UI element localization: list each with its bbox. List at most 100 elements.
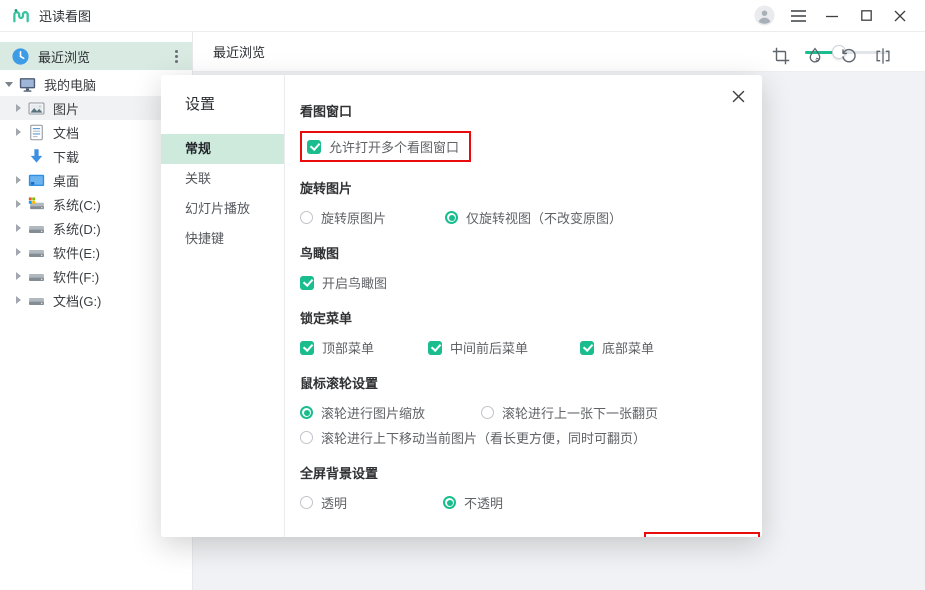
option-label: 允许打开多个看图窗口 [329, 137, 459, 156]
chevron-right-icon[interactable] [12, 248, 24, 256]
picture-icon [28, 100, 45, 117]
sidebar-item-label: 桌面 [53, 171, 79, 190]
close-icon[interactable] [883, 3, 917, 29]
option-wheel-scroll[interactable]: 滚轮进行上下移动当前图片（看长更方便，同时可翻页） [300, 428, 646, 447]
option-label: 底部菜单 [602, 338, 654, 357]
option-transparent[interactable]: 透明 [300, 493, 443, 512]
sidebar-item-label: 系统(D:) [53, 219, 101, 238]
chevron-right-icon[interactable] [12, 224, 24, 232]
maximize-icon[interactable] [849, 3, 883, 29]
tab-association[interactable]: 关联 [161, 164, 284, 194]
settings-dialog: 设置 常规关联幻灯片播放快捷键 看图窗口 允许打开多个看图窗口 旋转图片 旋转原… [161, 75, 762, 537]
option-bottom-menu[interactable]: 底部菜单 [580, 338, 654, 357]
chevron-right-icon[interactable] [12, 200, 24, 208]
app-title: 迅读看图 [39, 6, 91, 25]
image-toolbar [772, 47, 892, 65]
sidebar-item-label: 图片 [53, 99, 79, 118]
top-menu-checkbox[interactable] [300, 341, 314, 355]
tab-general[interactable]: 常规 [161, 134, 284, 164]
sidebar-item-label: 软件(F:) [53, 267, 99, 286]
section-title-lock-menu: 锁定菜单 [300, 308, 742, 327]
option-label: 透明 [321, 493, 347, 512]
option-label: 旋转原图片 [321, 208, 386, 227]
chevron-right-icon[interactable] [12, 104, 24, 112]
option-label: 仅旋转视图（不改变原图） [466, 208, 622, 227]
tab-shortcuts[interactable]: 快捷键 [161, 224, 284, 254]
sidebar-item-label: 最近浏览 [38, 47, 171, 66]
option-label: 滚轮进行上下移动当前图片（看长更方便，同时可翻页） [321, 428, 646, 447]
chevron-right-icon[interactable] [12, 296, 24, 304]
drive-windows-icon [28, 196, 45, 213]
option-label: 顶部菜单 [322, 338, 374, 357]
wheel-page-turn-radio[interactable] [481, 406, 494, 419]
crop-icon[interactable] [772, 47, 790, 65]
dialog-content: 看图窗口 允许打开多个看图窗口 旋转图片 旋转原图片 仅旋转视图（不改变原图） … [285, 75, 762, 537]
tab-slideshow[interactable]: 幻灯片播放 [161, 194, 284, 224]
option-wheel-zoom[interactable]: 滚轮进行图片缩放 [300, 403, 481, 422]
option-label: 开启鸟瞰图 [322, 273, 387, 292]
bottom-menu-checkbox[interactable] [580, 341, 594, 355]
sidebar-item-label: 文档 [53, 123, 79, 142]
section-title-birdseye: 鸟瞰图 [300, 243, 742, 262]
minimize-icon[interactable] [815, 3, 849, 29]
sidebar-item-label: 系统(C:) [53, 195, 101, 214]
section-title-view-window: 看图窗口 [300, 101, 742, 120]
sidebar-item-recent[interactable]: 最近浏览 [0, 42, 192, 70]
option-rotate-original[interactable]: 旋转原图片 [300, 208, 445, 227]
drive-icon [28, 244, 45, 261]
rotate-left-icon[interactable] [840, 47, 858, 65]
option-rotate-view-only[interactable]: 仅旋转视图（不改变原图） [445, 208, 622, 227]
option-wheel-page-turn[interactable]: 滚轮进行上一张下一张翻页 [481, 403, 658, 422]
option-opaque[interactable]: 不透明 [443, 493, 503, 512]
titlebar: 迅读看图 [0, 0, 925, 32]
sidebar-item-label: 我的电脑 [44, 75, 96, 94]
option-enable-birdseye[interactable]: 开启鸟瞰图 [300, 273, 742, 292]
allow-multi-window-checkbox[interactable] [307, 140, 321, 154]
rotate-options-row: 旋转原图片 仅旋转视图（不改变原图） [300, 208, 742, 227]
option-top-menu[interactable]: 顶部菜单 [300, 338, 428, 357]
computer-icon [19, 76, 36, 93]
transparent-radio[interactable] [300, 496, 313, 509]
chevron-right-icon[interactable] [12, 272, 24, 280]
sidebar-item-label: 软件(E:) [53, 243, 100, 262]
drive-icon [28, 268, 45, 285]
rotate-original-radio[interactable] [300, 211, 313, 224]
lock-menu-options-row: 顶部菜单 中间前后菜单 底部菜单 [300, 338, 742, 357]
download-icon [28, 148, 45, 165]
more-options-icon[interactable] [171, 46, 182, 67]
menu-icon[interactable] [781, 3, 815, 29]
middle-menu-checkbox[interactable] [428, 341, 442, 355]
wheel-scroll-radio[interactable] [300, 431, 313, 444]
section-title-rotate: 旋转图片 [300, 178, 742, 197]
opaque-radio[interactable] [443, 496, 456, 509]
wheel-options-row-2: 滚轮进行上下移动当前图片（看长更方便，同时可翻页） [300, 428, 742, 447]
compare-icon[interactable] [874, 47, 892, 65]
user-avatar-icon[interactable] [747, 3, 781, 29]
sidebar-item-label: 文档(G:) [53, 291, 101, 310]
rotate-view-only-radio[interactable] [445, 211, 458, 224]
option-label: 滚轮进行上一张下一张翻页 [502, 403, 658, 422]
drive-icon [28, 220, 45, 237]
document-icon [28, 124, 45, 141]
clock-icon [12, 48, 29, 65]
dialog-title: 设置 [161, 93, 284, 114]
option-middle-menu[interactable]: 中间前后菜单 [428, 338, 580, 357]
sidebar-item-label: 下载 [53, 147, 79, 166]
wheel-options-row-1: 滚轮进行图片缩放 滚轮进行上一张下一张翻页 [300, 403, 742, 422]
dialog-close-icon[interactable] [726, 84, 750, 108]
fullscreen-bg-options-row: 透明 不透明 [300, 493, 742, 512]
chevron-right-icon[interactable] [12, 128, 24, 136]
enable-birdseye-checkbox[interactable] [300, 276, 314, 290]
wheel-zoom-radio[interactable] [300, 406, 313, 419]
color-drop-icon[interactable] [806, 47, 824, 65]
option-label: 不透明 [464, 493, 503, 512]
dialog-tab-panel: 设置 常规关联幻灯片播放快捷键 [161, 75, 285, 537]
desktop-icon [28, 172, 45, 189]
option-label: 中间前后菜单 [450, 338, 528, 357]
chevron-down-icon[interactable] [3, 82, 15, 87]
dialog-tabs: 常规关联幻灯片播放快捷键 [161, 134, 284, 254]
option-allow-multi-window[interactable]: 允许打开多个看图窗口 [307, 137, 459, 156]
dialog-footer: 恢复默认 确认 [300, 532, 760, 537]
chevron-right-icon[interactable] [12, 176, 24, 184]
highlight-box-multi-window: 允许打开多个看图窗口 [300, 131, 471, 162]
